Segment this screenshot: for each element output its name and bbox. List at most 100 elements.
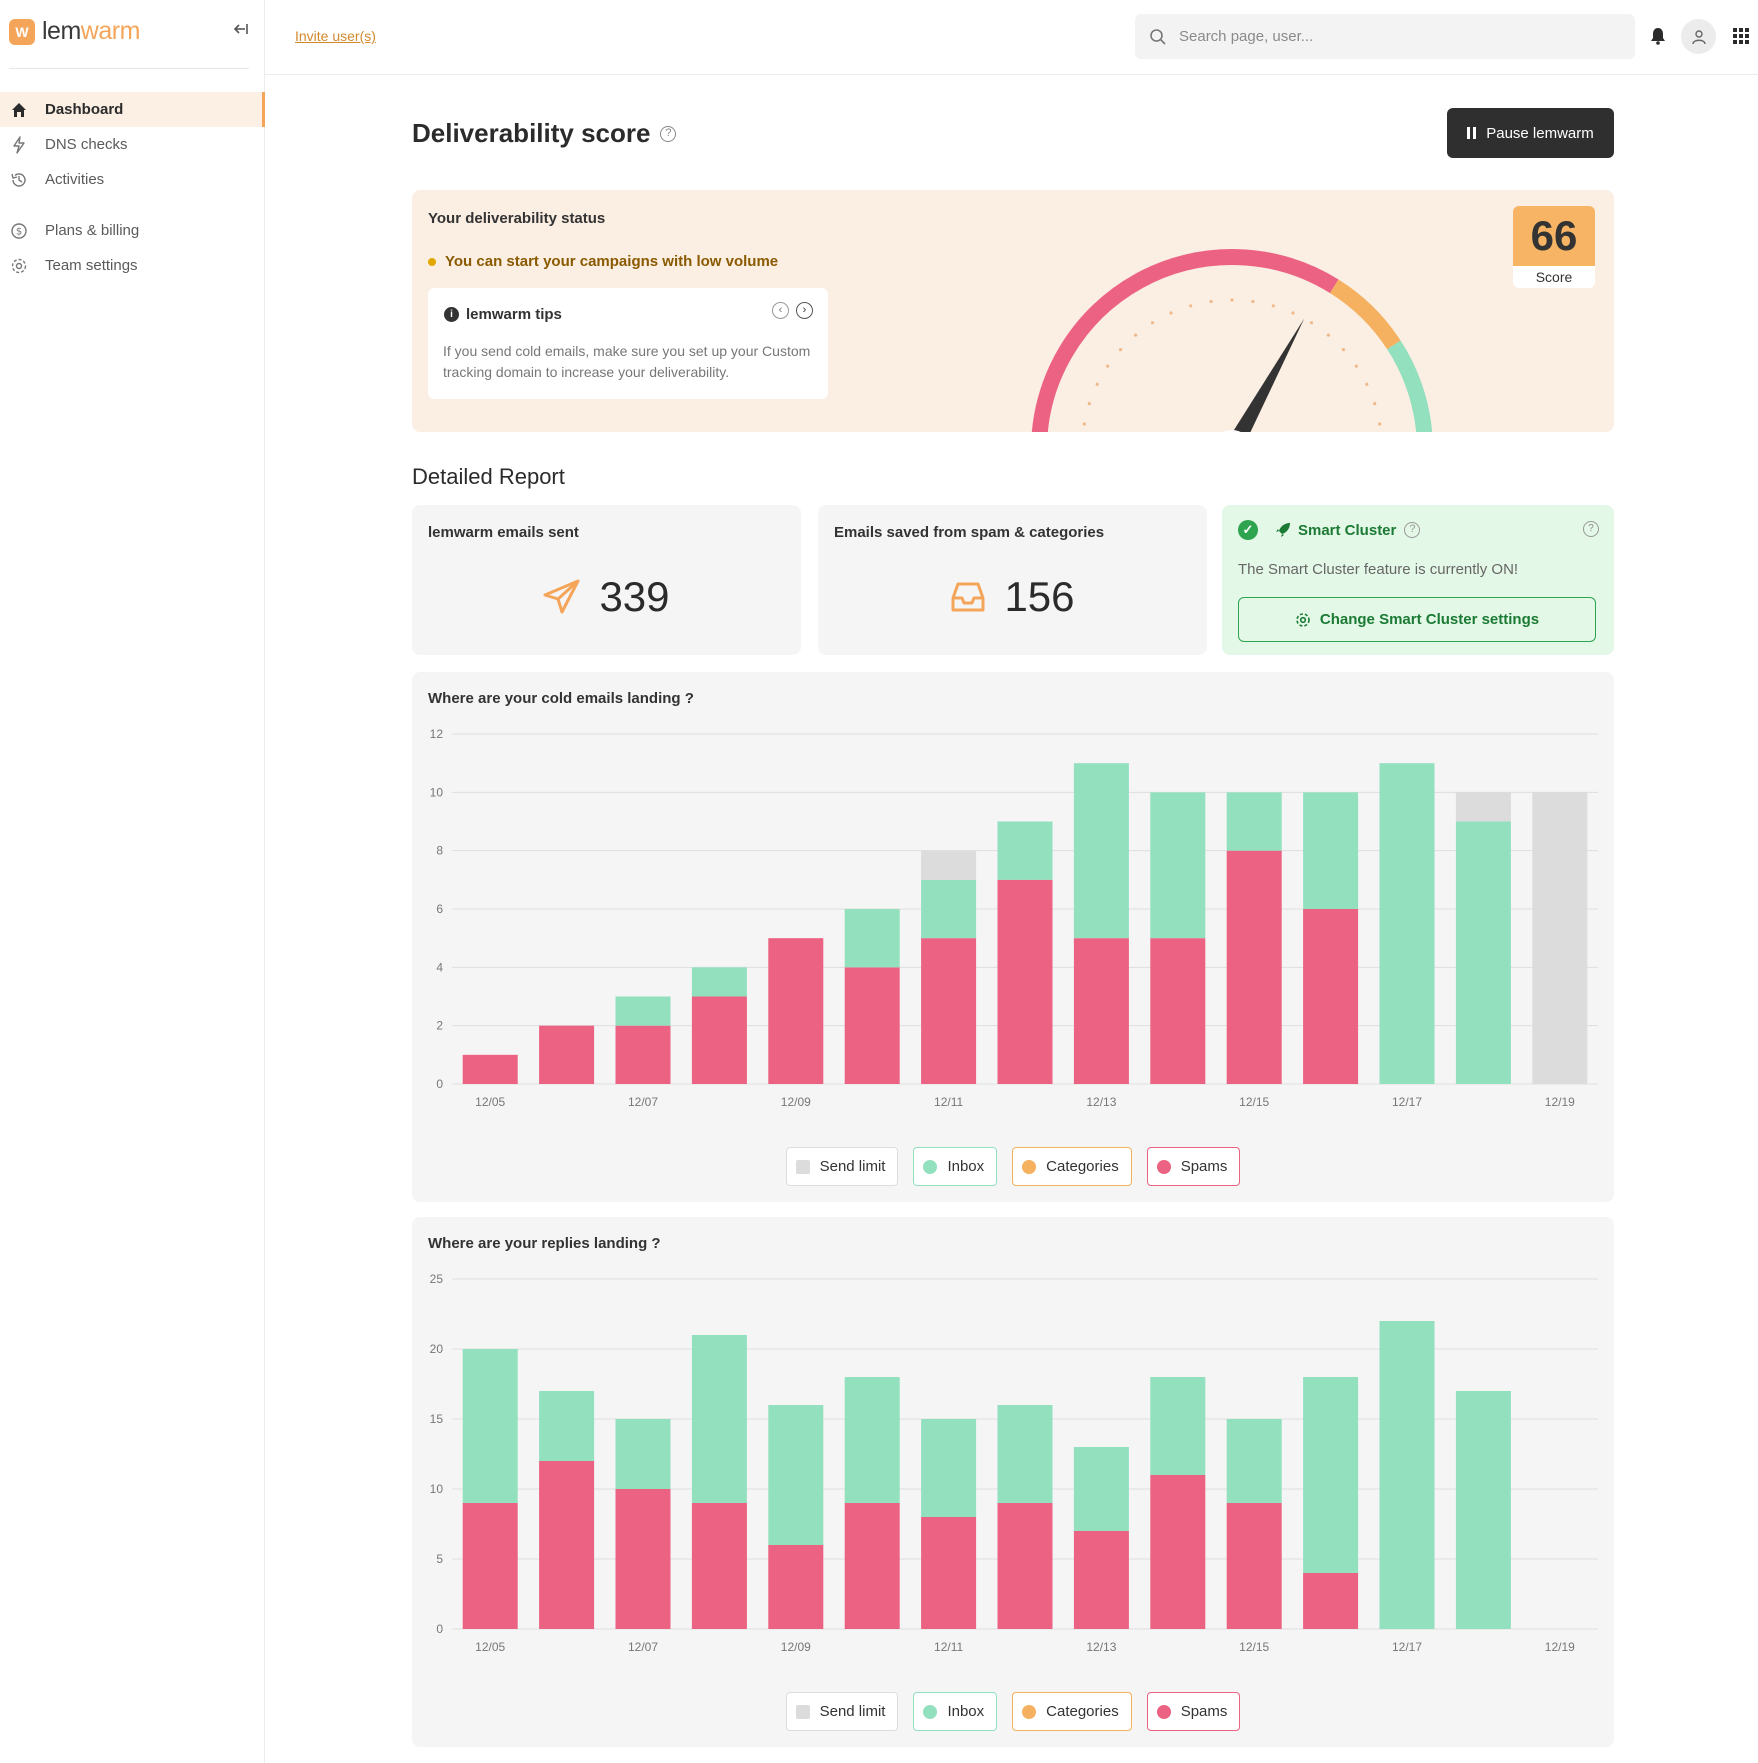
bar-segment-inbox[interactable] xyxy=(1455,821,1511,1085)
bar-segment-inbox[interactable] xyxy=(921,1419,977,1517)
tips-prev-icon[interactable]: ‹ xyxy=(772,302,789,319)
x-tick-label: 12/05 xyxy=(475,1640,505,1654)
bar-segment-spams[interactable] xyxy=(844,967,900,1084)
bar-segment-spams[interactable] xyxy=(1073,938,1129,1084)
smart-cluster-header: ✓ Smart Cluster ? xyxy=(1238,520,1421,540)
bar-segment-inbox[interactable] xyxy=(1303,792,1359,909)
bar-segment-inbox[interactable] xyxy=(844,909,900,968)
bar-segment-spams[interactable] xyxy=(615,1489,671,1629)
bar-segment-spams[interactable] xyxy=(462,1054,518,1084)
sidebar-item-dns-checks[interactable]: DNS checks xyxy=(0,127,265,162)
chart-legend: Send limit Inbox Categories Spams xyxy=(412,1692,1614,1731)
bar-segment-spams[interactable] xyxy=(1303,1573,1359,1629)
legend-inbox[interactable]: Inbox xyxy=(913,1692,998,1731)
bar-segment-inbox[interactable] xyxy=(539,1391,595,1461)
bar-segment-spams[interactable] xyxy=(1150,1475,1206,1629)
tips-next-icon[interactable]: › xyxy=(796,302,813,319)
invite-users-link[interactable]: Invite user(s) xyxy=(295,28,376,44)
bar-segment-send-limit[interactable] xyxy=(1455,792,1511,822)
bar-segment-inbox[interactable] xyxy=(1379,1321,1435,1629)
bar-segment-inbox[interactable] xyxy=(1073,1447,1129,1531)
pause-lemwarm-button[interactable]: Pause lemwarm xyxy=(1447,108,1614,158)
bar-segment-spams[interactable] xyxy=(768,1545,824,1629)
bar-segment-inbox[interactable] xyxy=(768,1405,824,1545)
legend-send-limit[interactable]: Send limit xyxy=(785,1147,899,1186)
bar-segment-inbox[interactable] xyxy=(1379,763,1435,1084)
legend-categories[interactable]: Categories xyxy=(1012,1692,1132,1731)
detailed-report-title: Detailed Report xyxy=(412,464,565,489)
bar-segment-spams[interactable] xyxy=(615,1025,671,1084)
y-tick-label: 2 xyxy=(436,1019,443,1033)
bar-segment-spams[interactable] xyxy=(1226,850,1282,1084)
bar-segment-spams[interactable] xyxy=(1226,1503,1282,1629)
bar-segment-spams[interactable] xyxy=(997,879,1053,1084)
gauge-tick xyxy=(1341,348,1346,352)
bar-segment-spams[interactable] xyxy=(1150,938,1206,1084)
bar-segment-inbox[interactable] xyxy=(997,1405,1053,1503)
bar-segment-inbox[interactable] xyxy=(1455,1391,1511,1629)
bar-segment-spams[interactable] xyxy=(691,1503,747,1629)
bar-segment-inbox[interactable] xyxy=(921,879,977,939)
logo[interactable]: W lemwarm xyxy=(9,17,140,46)
info-icon: i xyxy=(444,307,459,322)
bar-segment-spams[interactable] xyxy=(997,1503,1053,1629)
sidebar-item-dashboard[interactable]: Dashboard xyxy=(0,92,265,127)
bar-segment-spams[interactable] xyxy=(768,938,824,1084)
replies-chart-card: Where are your replies landing ? 0 5 10 15 2… xyxy=(412,1217,1614,1747)
bar-segment-inbox[interactable] xyxy=(1150,1377,1206,1475)
legend-send-limit[interactable]: Send limit xyxy=(785,1692,899,1731)
bell-icon[interactable] xyxy=(1650,27,1666,45)
bar-segment-spams[interactable] xyxy=(921,1517,977,1629)
bar-segment-spams[interactable] xyxy=(844,1503,900,1629)
page-title: Deliverability score? xyxy=(412,118,677,149)
bar-segment-inbox[interactable] xyxy=(997,821,1053,880)
bar-segment-spams[interactable] xyxy=(462,1503,518,1629)
sidebar-item-team-settings[interactable]: Team settings xyxy=(0,248,265,283)
cold-emails-chart-card: Where are your cold emails landing ? 024… xyxy=(412,672,1614,1202)
cluster-help-icon[interactable]: ? xyxy=(1583,521,1599,537)
bar-segment-send-limit[interactable] xyxy=(1532,792,1588,1084)
bar-segment-inbox[interactable] xyxy=(1226,792,1282,851)
bar-segment-inbox[interactable] xyxy=(615,996,671,1026)
change-smart-cluster-button[interactable]: Change Smart Cluster settings xyxy=(1238,597,1596,642)
legend-categories[interactable]: Categories xyxy=(1012,1147,1132,1186)
avatar[interactable] xyxy=(1681,19,1716,54)
sidebar-item-activities[interactable]: Activities xyxy=(0,162,265,197)
bar-segment-inbox[interactable] xyxy=(844,1377,900,1503)
collapse-sidebar-icon[interactable] xyxy=(232,20,250,38)
bar-segment-spams[interactable] xyxy=(539,1025,595,1084)
sidebar-item-label: Team settings xyxy=(45,257,138,274)
bar-segment-spams[interactable] xyxy=(921,938,977,1084)
legend-inbox[interactable]: Inbox xyxy=(913,1147,998,1186)
bar-segment-spams[interactable] xyxy=(539,1461,595,1629)
x-tick-label: 12/15 xyxy=(1239,1640,1269,1654)
bar-segment-inbox[interactable] xyxy=(1073,763,1129,939)
x-tick-label: 12/19 xyxy=(1545,1095,1575,1109)
sidebar-item-label: DNS checks xyxy=(45,136,128,153)
sidebar-item-plans-billing[interactable]: $ Plans & billing xyxy=(0,213,265,248)
search-box[interactable] xyxy=(1135,14,1635,59)
bar-segment-inbox[interactable] xyxy=(691,1335,747,1503)
help-icon[interactable]: ? xyxy=(1404,522,1421,538)
bar-segment-inbox[interactable] xyxy=(691,967,747,997)
score-box: 66 Score xyxy=(1513,206,1595,288)
bar-segment-send-limit[interactable] xyxy=(921,850,977,880)
bar-segment-inbox[interactable] xyxy=(462,1349,518,1503)
search-input[interactable] xyxy=(1179,28,1609,45)
help-icon[interactable]: ? xyxy=(660,125,677,142)
bar-segment-spams[interactable] xyxy=(691,996,747,1085)
gauge-tick xyxy=(1309,321,1314,325)
bar-segment-spams[interactable] xyxy=(1303,909,1359,1084)
apps-grid-icon[interactable] xyxy=(1733,28,1749,44)
gauge-tick xyxy=(1354,364,1358,368)
bar-segment-inbox[interactable] xyxy=(1303,1377,1359,1573)
bar-segment-inbox[interactable] xyxy=(1226,1419,1282,1503)
legend-spams[interactable]: Spams xyxy=(1146,1147,1241,1186)
bar-segment-inbox[interactable] xyxy=(615,1419,671,1489)
inbox-swatch xyxy=(923,1159,938,1174)
x-tick-label: 12/15 xyxy=(1239,1095,1269,1109)
legend-spams[interactable]: Spams xyxy=(1146,1692,1241,1731)
bar-segment-inbox[interactable] xyxy=(1150,792,1206,939)
bar-segment-spams[interactable] xyxy=(1073,1531,1129,1629)
inbox-swatch xyxy=(923,1704,938,1719)
